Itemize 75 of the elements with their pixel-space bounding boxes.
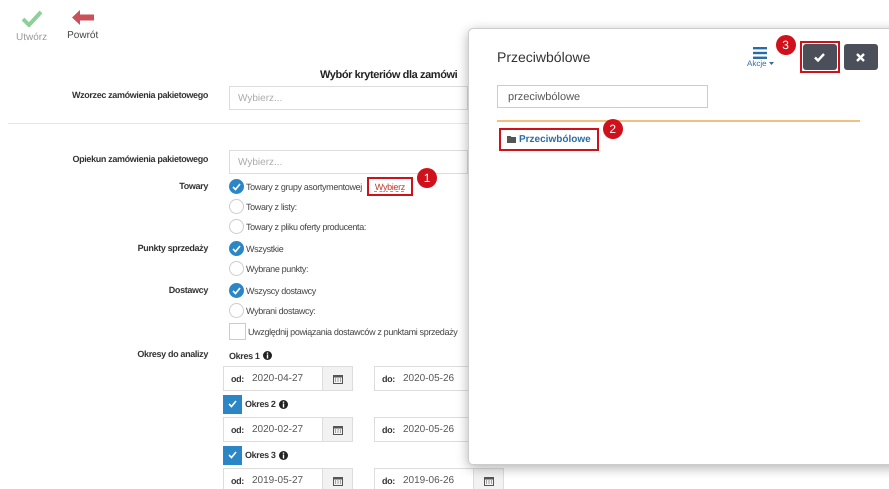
radio-button[interactable] — [229, 179, 244, 194]
calendar-button[interactable] — [322, 469, 352, 489]
radio-button[interactable] — [229, 261, 244, 276]
date-prefix: do: — [381, 372, 396, 386]
radio-button[interactable] — [229, 303, 244, 318]
close-button[interactable] — [844, 44, 878, 70]
date-field[interactable]: do: 2020-05-26 — [374, 417, 469, 442]
option-label: Wszyscy dostawcy — [246, 286, 316, 296]
checkbox[interactable] — [229, 323, 246, 340]
calendar-icon — [332, 476, 342, 486]
calendar-icon — [332, 424, 342, 434]
arrow-left-icon — [72, 10, 94, 25]
back-button[interactable]: Powrót — [67, 10, 98, 50]
checkmark-icon — [228, 400, 237, 408]
checkmark-icon — [228, 451, 237, 459]
option-label: Uwzględnij powiązania dostawców z punktami sprzedaży — [248, 326, 458, 336]
field-label: Okresy do analizy — [136, 348, 208, 359]
checkmark-icon — [814, 52, 826, 62]
date-prefix: do: — [381, 474, 396, 488]
search-field[interactable]: przeciwbólowe — [497, 85, 708, 108]
step-badge: 3 — [776, 35, 796, 55]
checkmark-icon — [232, 286, 241, 294]
field-label: Dostawcy — [168, 284, 208, 295]
folder-icon — [507, 136, 516, 143]
template-select[interactable]: Wybierz... — [229, 86, 468, 110]
step-badge: 1 — [416, 168, 437, 188]
info-icon — [278, 400, 288, 408]
radio-button[interactable] — [229, 219, 244, 234]
checkmark-icon — [232, 244, 241, 252]
calendar-button[interactable] — [322, 367, 352, 390]
calendar-button[interactable] — [473, 469, 503, 489]
date-field[interactable]: do: 2020-05-26 — [374, 366, 469, 391]
option-label: Wszystkie — [246, 244, 284, 254]
field-label: Punkty sprzedaży — [136, 242, 208, 253]
date-field[interactable]: do: 2019-06-26 — [374, 468, 504, 489]
checkmark-icon — [232, 182, 241, 190]
period-label: Okres 2 — [245, 399, 276, 409]
page-title: Wybór kryteriów dla zamówi — [320, 68, 458, 83]
date-field[interactable]: od: 2019-05-27 — [223, 468, 353, 489]
radio-button[interactable] — [229, 241, 244, 256]
date-prefix: od: — [230, 424, 245, 436]
info-icon — [262, 351, 272, 360]
option-label: Towary z grupy asortymentowej — [246, 182, 362, 192]
choose-link[interactable]: Wybierz — [368, 182, 411, 192]
date-prefix: od: — [230, 372, 245, 386]
option-label: Towary z pliku oferty producenta: — [246, 222, 366, 232]
close-icon — [856, 52, 866, 62]
checkmark-icon — [22, 10, 42, 27]
date-prefix: do: — [381, 424, 396, 436]
option-label: Wybrani dostawcy: — [246, 306, 316, 316]
radio-button[interactable] — [229, 199, 244, 214]
period-label: Okres 3 — [245, 450, 276, 460]
field-label: Wzorzec zamówienia pakietowego — [70, 89, 208, 100]
step-badge: 2 — [602, 119, 623, 139]
checkbox[interactable] — [223, 446, 242, 464]
option-label: Towary z listy: — [246, 202, 297, 212]
date-field[interactable]: od: 2020-04-27 — [223, 366, 353, 391]
menu-icon — [753, 46, 768, 58]
calendar-icon — [484, 476, 494, 486]
radio-button[interactable] — [229, 283, 244, 298]
owner-select[interactable]: Wybierz... — [229, 150, 468, 174]
field-label: Towary — [178, 180, 208, 191]
dialog-title: Przeciwbólowe — [497, 49, 592, 65]
tree-item[interactable]: Przeciwbólowe — [501, 130, 597, 149]
field-label: Opiekun zamówienia pakietowego — [71, 153, 208, 164]
option-label: Wybrane punkty: — [246, 264, 308, 274]
checkbox[interactable] — [223, 394, 242, 414]
period-label: Okres 1 — [229, 350, 260, 360]
caret-icon — [768, 62, 774, 64]
calendar-icon — [332, 374, 342, 384]
date-field[interactable]: od: 2020-02-27 — [223, 417, 353, 442]
calendar-button[interactable] — [322, 418, 352, 441]
date-prefix: od: — [230, 474, 245, 488]
info-icon — [278, 450, 288, 460]
actions-menu[interactable]: Akcje — [747, 46, 774, 68]
